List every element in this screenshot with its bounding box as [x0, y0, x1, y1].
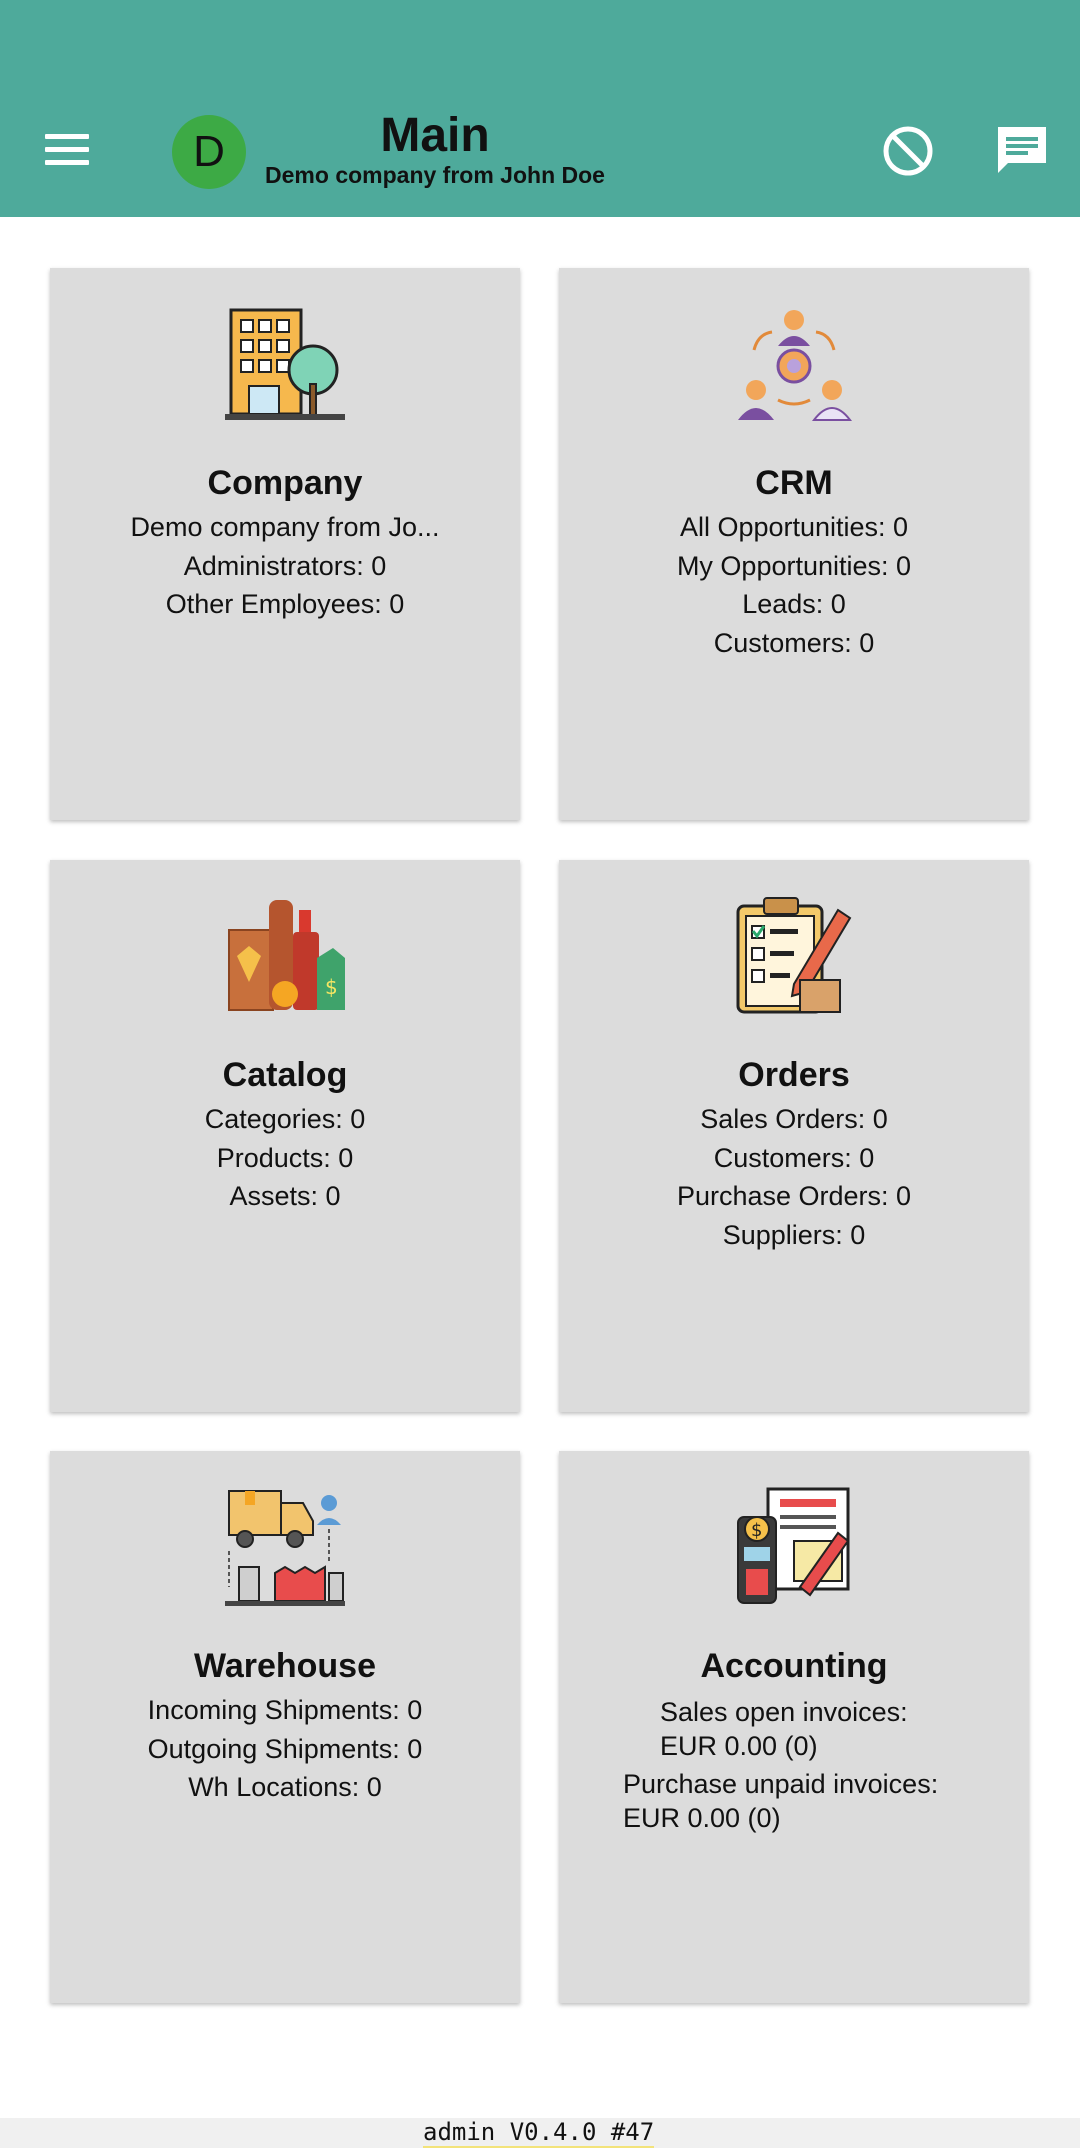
- outgoing-shipments-count: Outgoing Shipments: 0: [147, 1733, 423, 1764]
- company-title: Company: [207, 464, 363, 502]
- accounting-title: Accounting: [700, 1647, 888, 1685]
- sales-orders-count: Sales Orders: 0: [700, 1104, 888, 1134]
- version-label: admin V0.4.0 #47: [423, 2118, 655, 2148]
- orders-customers-count: Customers: 0: [713, 1142, 875, 1173]
- my-opportunities-count: My Opportunities: 0: [676, 550, 912, 581]
- crm-title: CRM: [755, 464, 833, 502]
- purchase-orders-count: Purchase Orders: 0: [676, 1181, 912, 1211]
- other-employees-count: Other Employees: 0: [165, 589, 405, 619]
- crm-customers-count: Customers: 0: [713, 627, 875, 658]
- crm-stats: All Opportunities: 0 My Opportunities: 0…: [559, 508, 1029, 662]
- menu-icon: [45, 134, 89, 139]
- catalog-stats: Categories: 0 Products: 0 Assets: 0: [50, 1100, 520, 1216]
- company-stats: Demo company from Jo... Administrators: …: [50, 508, 520, 624]
- crm-card[interactable]: CRM All Opportunities: 0 My Opportunitie…: [559, 268, 1029, 820]
- purchase-unpaid-invoices-value: EUR 0.00 (0): [623, 1803, 781, 1833]
- app-bar: D Main Demo company from John Doe: [0, 0, 1080, 217]
- page-title: Main: [380, 109, 490, 162]
- products-count: Products: 0: [216, 1142, 354, 1173]
- company-card[interactable]: Company Demo company from Jo... Administ…: [50, 268, 520, 820]
- warehouse-stats: Incoming Shipments: 0 Outgoing Shipments…: [50, 1691, 520, 1807]
- purchase-unpaid-invoices-label: Purchase unpaid invoices:: [623, 1769, 939, 1799]
- accounting-icon: $: [737, 1487, 850, 1604]
- block-icon: [883, 126, 933, 176]
- administrators-count: Administrators: 0: [183, 550, 387, 581]
- company-name: Demo company from Jo...: [130, 512, 440, 542]
- crm-network-icon: [738, 310, 853, 421]
- building-icon: [225, 308, 345, 420]
- assets-count: Assets: 0: [229, 1181, 341, 1211]
- sales-open-invoices-label: Sales open invoices:: [660, 1697, 908, 1727]
- leads-count: Leads: 0: [742, 589, 846, 619]
- accounting-stats: Sales open invoices: EUR 0.00 (0) Purcha…: [559, 1691, 1029, 1835]
- catalog-card[interactable]: $ Catalog Categories: 0 Products: 0 Asse…: [50, 860, 520, 1412]
- catalog-title: Catalog: [222, 1056, 348, 1094]
- accounting-card[interactable]: $ Accounting Sales open invoices: EUR 0.…: [559, 1451, 1029, 2003]
- svg-text:$: $: [751, 1520, 762, 1541]
- chat-icon: [998, 127, 1046, 173]
- clipboard-icon: [736, 897, 852, 1014]
- avatar[interactable]: D: [172, 115, 246, 189]
- suppliers-count: Suppliers: 0: [722, 1219, 866, 1250]
- wh-locations-count: Wh Locations: 0: [188, 1772, 382, 1802]
- orders-stats: Sales Orders: 0 Customers: 0 Purchase Or…: [559, 1100, 1029, 1254]
- menu-button[interactable]: [38, 120, 98, 180]
- products-icon: $: [228, 900, 345, 1011]
- svg-text:$: $: [325, 975, 338, 999]
- all-opportunities-count: All Opportunities: 0: [679, 512, 909, 542]
- incoming-shipments-count: Incoming Shipments: 0: [147, 1695, 423, 1725]
- warehouse-card[interactable]: Warehouse Incoming Shipments: 0 Outgoing…: [50, 1451, 520, 2003]
- categories-count: Categories: 0: [204, 1104, 366, 1134]
- sales-open-invoices-value: EUR 0.00 (0): [660, 1731, 818, 1761]
- delivery-truck-icon: [225, 1490, 345, 1606]
- block-button[interactable]: [880, 123, 936, 179]
- chat-button[interactable]: [994, 123, 1050, 179]
- warehouse-title: Warehouse: [193, 1647, 376, 1685]
- orders-card[interactable]: Orders Sales Orders: 0 Customers: 0 Purc…: [559, 860, 1029, 1412]
- orders-title: Orders: [738, 1056, 850, 1094]
- page-subtitle: Demo company from John Doe: [265, 162, 605, 188]
